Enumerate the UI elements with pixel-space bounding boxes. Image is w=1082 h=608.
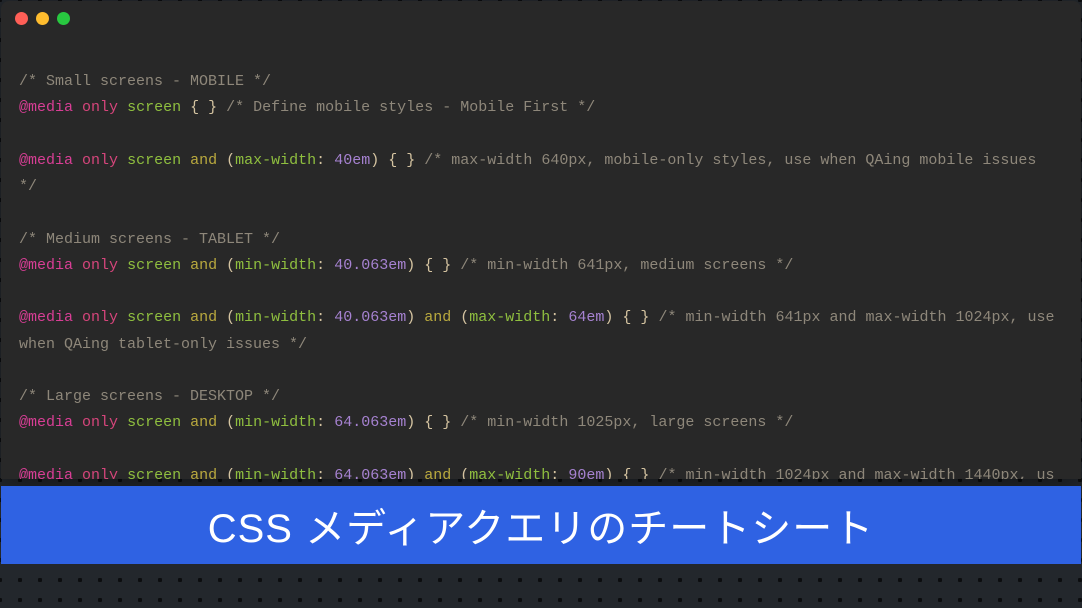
paren: ) [406, 309, 415, 326]
keyword-screen: screen [127, 257, 181, 274]
paren: ( [460, 309, 469, 326]
colon: : [316, 414, 325, 431]
css-value: 40em [334, 152, 370, 169]
title-banner: CSS メディアクエリのチートシート [1, 486, 1081, 564]
comment: /* Small screens - MOBILE */ [19, 73, 271, 90]
brace: { [424, 414, 433, 431]
keyword-only: only [82, 467, 118, 479]
paren: ( [226, 152, 235, 169]
page-title: CSS メディアクエリのチートシート [208, 496, 875, 554]
at-rule: @media [19, 467, 73, 479]
keyword-screen: screen [127, 309, 181, 326]
keyword-only: only [82, 414, 118, 431]
at-rule: @media [19, 414, 73, 431]
css-property: min-width [235, 257, 316, 274]
keyword-and: and [190, 414, 217, 431]
minimize-icon[interactable] [36, 12, 49, 25]
paren: ) [406, 414, 415, 431]
brace: } [406, 152, 415, 169]
keyword-screen: screen [127, 414, 181, 431]
at-rule: @media [19, 152, 73, 169]
keyword-only: only [82, 257, 118, 274]
paren: ) [370, 152, 379, 169]
keyword-screen: screen [127, 99, 181, 116]
brace: } [442, 257, 451, 274]
brace: { [388, 152, 397, 169]
css-property: min-width [235, 309, 316, 326]
paren: ) [604, 309, 613, 326]
brace: { [190, 99, 199, 116]
keyword-and: and [424, 467, 451, 479]
colon: : [316, 467, 325, 479]
keyword-and: and [424, 309, 451, 326]
brace: } [442, 414, 451, 431]
paren: ) [604, 467, 613, 479]
paren: ) [406, 467, 415, 479]
css-property: max-width [469, 309, 550, 326]
css-property: min-width [235, 467, 316, 479]
keyword-screen: screen [127, 152, 181, 169]
colon: : [316, 152, 325, 169]
comment: /* min-width 1025px, large screens */ [460, 414, 793, 431]
css-value: 90em [568, 467, 604, 479]
css-value: 40.063em [334, 257, 406, 274]
css-property: max-width [235, 152, 316, 169]
code-block: /* Small screens - MOBILE */ @media only… [1, 35, 1081, 479]
keyword-and: and [190, 152, 217, 169]
keyword-and: and [190, 257, 217, 274]
comment: /* min-width 641px, medium screens */ [460, 257, 793, 274]
paren: ) [406, 257, 415, 274]
window-titlebar [1, 1, 1081, 35]
keyword-and: and [190, 467, 217, 479]
paren: ( [460, 467, 469, 479]
brace: { [622, 309, 631, 326]
paren: ( [226, 309, 235, 326]
css-value: 64em [568, 309, 604, 326]
close-icon[interactable] [15, 12, 28, 25]
colon: : [316, 309, 325, 326]
at-rule: @media [19, 99, 73, 116]
keyword-only: only [82, 309, 118, 326]
colon: : [550, 309, 559, 326]
maximize-icon[interactable] [57, 12, 70, 25]
comment: /* Define mobile styles - Mobile First *… [226, 99, 595, 116]
paren: ( [226, 467, 235, 479]
paren: ( [226, 257, 235, 274]
paren: ( [226, 414, 235, 431]
code-editor-window: /* Small screens - MOBILE */ @media only… [1, 1, 1081, 479]
keyword-and: and [190, 309, 217, 326]
colon: : [550, 467, 559, 479]
css-value: 64.063em [334, 414, 406, 431]
brace: } [640, 467, 649, 479]
brace: } [208, 99, 217, 116]
comment: /* Medium screens - TABLET */ [19, 231, 280, 248]
brace: { [622, 467, 631, 479]
css-value: 40.063em [334, 309, 406, 326]
colon: : [316, 257, 325, 274]
brace: { [424, 257, 433, 274]
at-rule: @media [19, 309, 73, 326]
keyword-only: only [82, 152, 118, 169]
css-property: min-width [235, 414, 316, 431]
keyword-only: only [82, 99, 118, 116]
comment: /* Large screens - DESKTOP */ [19, 388, 280, 405]
css-value: 64.063em [334, 467, 406, 479]
css-property: max-width [469, 467, 550, 479]
at-rule: @media [19, 257, 73, 274]
brace: } [640, 309, 649, 326]
keyword-screen: screen [127, 467, 181, 479]
